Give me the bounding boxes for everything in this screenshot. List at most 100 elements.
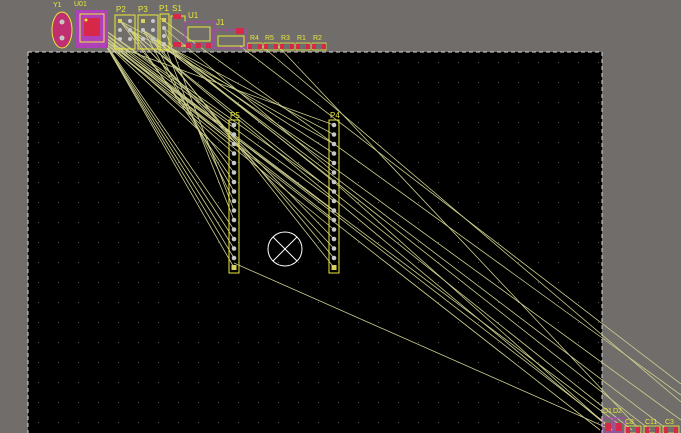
pad-square	[231, 265, 237, 270]
grid-dot	[298, 242, 299, 243]
grid-dot	[198, 362, 199, 363]
grid-dot	[158, 302, 159, 303]
grid-dot	[518, 222, 519, 223]
grid-dot	[598, 422, 599, 423]
grid-dot	[138, 382, 139, 383]
grid-dot	[438, 382, 439, 383]
component-u01[interactable]: U01	[74, 1, 108, 48]
grid-dot	[378, 382, 379, 383]
grid-dot	[518, 362, 519, 363]
grid-dot	[398, 202, 399, 203]
grid-dot	[218, 322, 219, 323]
grid-dot	[378, 342, 379, 343]
grid-dot	[258, 82, 259, 83]
grid-dot	[398, 342, 399, 343]
grid-dot	[578, 82, 579, 83]
component-r2[interactable]: R2	[311, 35, 327, 51]
component-c3[interactable]: C3	[662, 419, 680, 433]
grid-dot	[378, 402, 379, 403]
pad-round	[331, 217, 337, 223]
grid-dot	[278, 202, 279, 203]
grid-dot	[178, 162, 179, 163]
component-y1[interactable]: Y1	[51, 2, 73, 49]
component-s1[interactable]: S1	[170, 4, 186, 47]
grid-dot	[498, 202, 499, 203]
grid-dot	[578, 282, 579, 283]
grid-dot	[98, 342, 99, 343]
grid-dot	[198, 302, 199, 303]
label-p4: P4	[330, 111, 340, 120]
grid-dot	[238, 362, 239, 363]
grid-dot	[198, 182, 199, 183]
grid-dot	[58, 122, 59, 123]
label-c3: C3	[665, 419, 674, 426]
grid-dot	[378, 182, 379, 183]
label-p5: P5	[230, 111, 240, 120]
pad-round	[331, 208, 337, 213]
grid-dot	[458, 222, 459, 223]
grid-dot	[538, 182, 539, 183]
pad-round	[331, 170, 337, 175]
grid-dot	[258, 322, 259, 323]
component-r4[interactable]: R4	[247, 35, 263, 51]
component-r5[interactable]: R5	[263, 35, 279, 51]
grid-dot	[458, 122, 459, 123]
grid-dot	[158, 382, 159, 383]
component-r1[interactable]: R1	[295, 35, 311, 51]
grid-dot	[278, 362, 279, 363]
pad-round	[331, 132, 337, 137]
grid-dot	[358, 342, 359, 343]
label-d2: D2	[613, 408, 622, 415]
grid-dot	[538, 222, 539, 223]
grid-dot	[598, 162, 599, 163]
bottom-right-cluster: D1 D2 C8 C11 C3	[602, 408, 680, 433]
grid-dot	[118, 142, 119, 143]
pcb-editor-canvas[interactable]: P5 P4 Y1 U01 P2 P3 P1 S1 U1 J1 R4 R5 R3 …	[0, 0, 681, 433]
grid-dot	[358, 142, 359, 143]
grid-dot	[38, 162, 39, 163]
grid-dot	[438, 422, 439, 423]
grid-dot	[158, 342, 159, 343]
grid-dot	[378, 82, 379, 83]
component-u1[interactable]: U1	[184, 11, 216, 48]
grid-dot	[518, 262, 519, 263]
grid-dot	[218, 402, 219, 403]
grid-dot	[38, 302, 39, 303]
grid-dot	[418, 142, 419, 143]
grid-dot	[38, 382, 39, 383]
grid-dot	[438, 402, 439, 403]
component-d1[interactable]: D1	[602, 408, 614, 433]
grid-dot	[518, 242, 519, 243]
grid-dot	[458, 342, 459, 343]
grid-dot	[498, 82, 499, 83]
grid-dot	[378, 162, 379, 163]
grid-dot	[478, 82, 479, 83]
grid-dot	[198, 82, 199, 83]
grid-dot	[78, 382, 79, 383]
grid-dot	[218, 362, 219, 363]
grid-dot	[38, 62, 39, 63]
grid-dot	[358, 322, 359, 323]
grid-dot	[78, 362, 79, 363]
component-j1[interactable]: J1	[211, 18, 247, 49]
grid-dot	[378, 422, 379, 423]
grid-dot	[78, 122, 79, 123]
grid-dot	[58, 282, 59, 283]
component-r3[interactable]: R3	[279, 35, 295, 51]
component-c11[interactable]: C11	[643, 419, 661, 433]
grid-dot	[558, 202, 559, 203]
pad-round	[231, 217, 237, 223]
grid-dot	[78, 162, 79, 163]
grid-dot	[518, 82, 519, 83]
grid-dot	[538, 282, 539, 283]
grid-dot	[558, 262, 559, 263]
grid-dot	[158, 162, 159, 163]
grid-dot	[98, 322, 99, 323]
grid-dot	[498, 362, 499, 363]
grid-dot	[358, 82, 359, 83]
grid-dot	[418, 362, 419, 363]
grid-dot	[98, 242, 99, 243]
grid-dot	[118, 242, 119, 243]
component-p1[interactable]: P1	[159, 4, 170, 51]
grid-dot	[118, 82, 119, 83]
